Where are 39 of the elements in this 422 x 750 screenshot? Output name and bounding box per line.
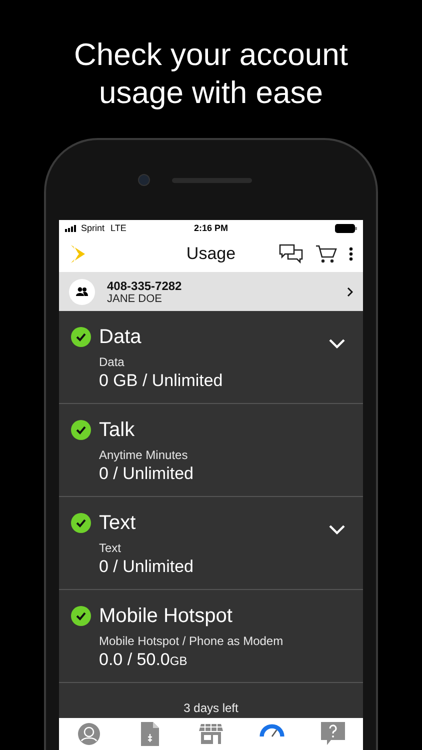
headline: Check your account usage with ease (73, 36, 349, 112)
days-left-text: 3 days left (184, 701, 238, 715)
usage-title: Text (99, 511, 137, 535)
usage-title: Data (99, 325, 142, 349)
signal-icon (65, 224, 78, 232)
chat-icon[interactable] (279, 244, 303, 264)
usage-title: Mobile Hotspot (99, 604, 234, 628)
page-title: Usage (186, 244, 236, 264)
cart-icon[interactable] (315, 244, 337, 264)
help-tab[interactable] (320, 722, 346, 746)
battery-icon (335, 224, 358, 232)
usage-value: 0 / Unlimited (99, 557, 194, 577)
account-name: JANE DOE (107, 292, 164, 304)
usage-label: Mobile Hotspot / Phone as Modem (99, 634, 284, 648)
profile-tab[interactable] (76, 722, 102, 746)
usage-value: 0 / Unlimited (99, 464, 194, 484)
people-icon (69, 278, 95, 304)
usage-label: Data (99, 355, 126, 369)
speaker-icon (172, 178, 252, 182)
chevron-right-icon (347, 286, 353, 296)
camera-icon (138, 174, 150, 186)
status-time: 2:16 PM (194, 223, 228, 233)
usage-title: Talk (99, 418, 136, 442)
usage-item[interactable]: Data Data 0 GB / Unlimited (59, 311, 363, 404)
usage-item[interactable]: Mobile Hotspot Mobile Hotspot / Phone as Modem 0.0 / 50.0GB (59, 590, 363, 683)
chevron-down-icon[interactable] (329, 339, 345, 349)
chevron-down-icon[interactable] (329, 525, 345, 535)
usage-value: 0.0 / 50.0GB (99, 650, 188, 670)
more-icon[interactable] (349, 247, 353, 261)
account-number: 408-335-7282 (107, 278, 183, 292)
account-row[interactable]: 408-335-7282 JANE DOE (59, 272, 363, 311)
carrier-label: Sprint (81, 223, 105, 233)
network-label: LTE (110, 223, 126, 233)
usage-label: Anytime Minutes (99, 448, 189, 462)
usage-label: Text (99, 541, 122, 555)
usage-value: 0 GB / Unlimited (99, 371, 224, 391)
store-tab[interactable] (198, 722, 224, 746)
usage-item[interactable]: Talk Anytime Minutes 0 / Unlimited (59, 404, 363, 497)
usage-item[interactable]: Text Text 0 / Unlimited (59, 497, 363, 590)
